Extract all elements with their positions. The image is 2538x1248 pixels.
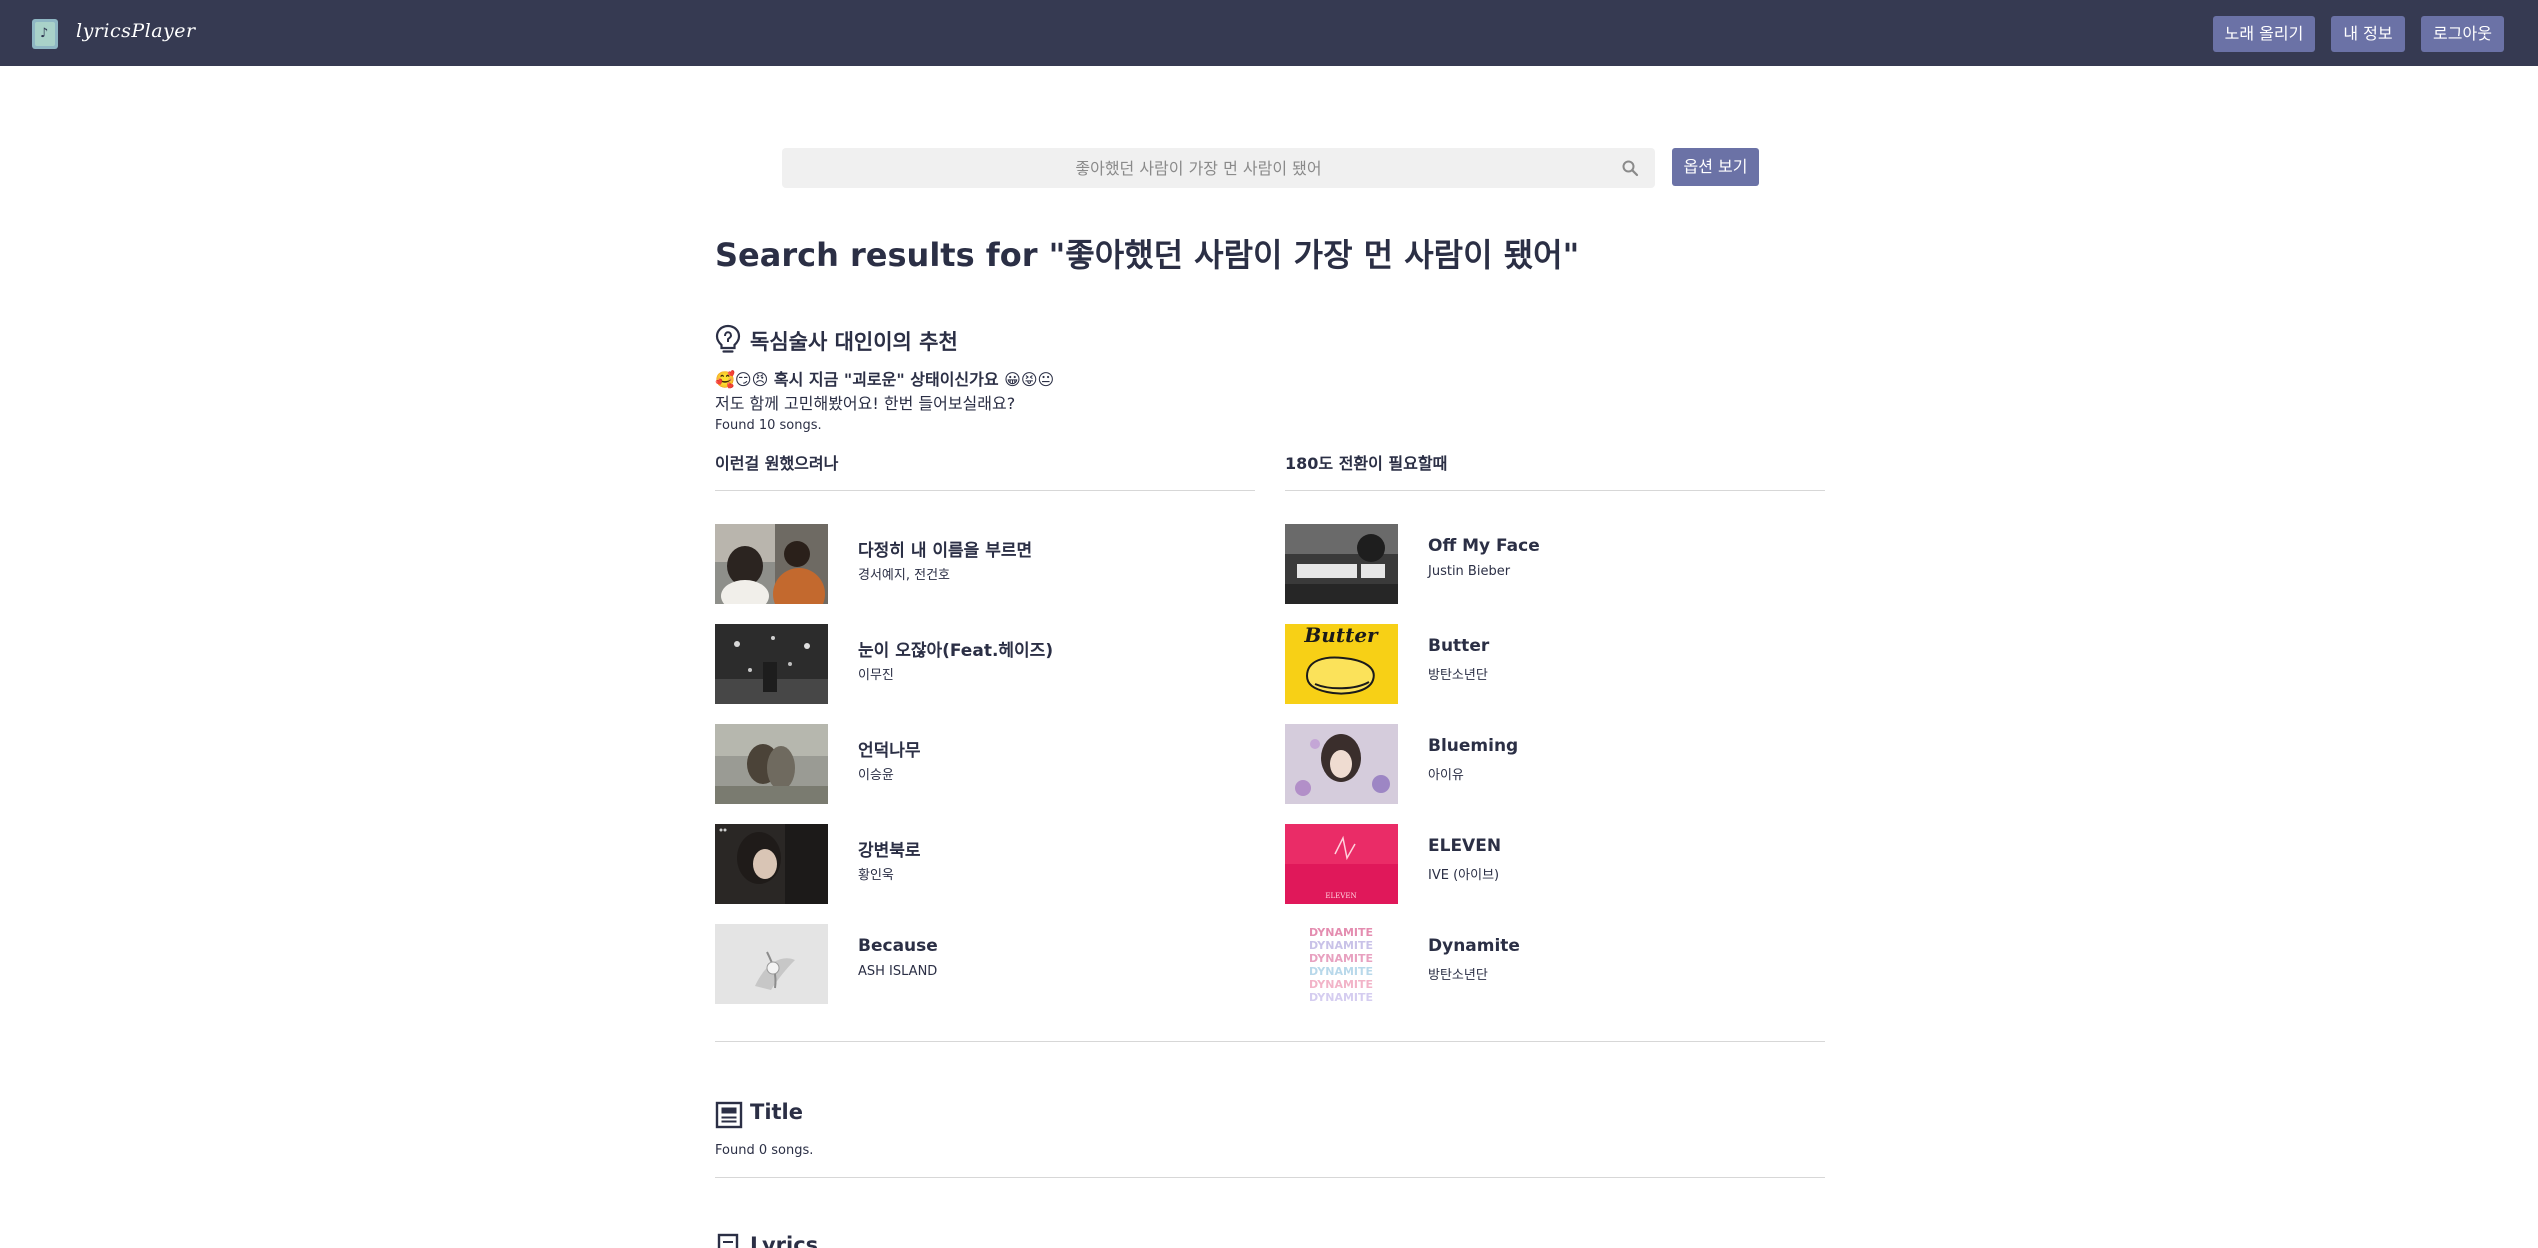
album-cover[interactable]: Butter — [1285, 624, 1398, 704]
title-found-count: Found 0 songs. — [715, 1143, 814, 1158]
upload-song-button[interactable]: 노래 올리기 — [2213, 16, 2315, 52]
section-divider — [715, 1041, 1825, 1042]
song-title[interactable]: 눈이 오잖아(Feat.헤이즈) — [858, 636, 1053, 661]
album-cover[interactable] — [1285, 524, 1398, 604]
song-artist: ASH ISLAND — [858, 964, 938, 979]
album-cover[interactable] — [715, 924, 828, 1004]
lyrics-section-heading: Lyrics — [750, 1233, 819, 1248]
top-navbar: ♪ lyricsPlayer 노래 올리기 내 정보 로그아웃 — [0, 0, 2538, 66]
search-input[interactable] — [782, 148, 1655, 188]
music-note-icon[interactable]: ♪ — [32, 19, 58, 49]
song-artist: IVE (아이브) — [1428, 868, 1500, 883]
song-artist: Justin Bieber — [1428, 564, 1511, 579]
page-title: Search results for "좋아했던 사람이 가장 먼 사람이 됐어… — [715, 236, 1580, 274]
list-heading: 이런걸 원했으려나 — [715, 453, 1255, 491]
svg-text:DYNAMITE: DYNAMITE — [1309, 978, 1373, 991]
album-cover[interactable]: ELEVEN — [1285, 824, 1398, 904]
song-artist: 이무진 — [858, 668, 894, 683]
song-title[interactable]: Because — [858, 936, 938, 956]
title-section-heading: Title — [750, 1100, 804, 1124]
svg-text:DYNAMITE: DYNAMITE — [1309, 952, 1373, 965]
song-artist: 방탄소년단 — [1428, 668, 1488, 683]
recommendation-heading: 독심술사 대인이의 추천 — [750, 330, 958, 354]
recommendation-subtitle: 저도 함께 고민해봤어요! 한번 들어보실래요? — [715, 394, 1016, 413]
my-info-button[interactable]: 내 정보 — [2331, 16, 2405, 52]
album-cover[interactable] — [715, 624, 828, 704]
song-item[interactable]: Because ASH ISLAND — [715, 924, 1255, 1004]
song-artist: 방탄소년단 — [1428, 968, 1488, 983]
album-cover[interactable] — [715, 824, 828, 904]
recommendation-list-2: 180도 전환이 필요할때 Off My Face Justin Bieber … — [1285, 453, 1825, 1004]
album-cover[interactable] — [1285, 724, 1398, 804]
song-title[interactable]: ELEVEN — [1428, 836, 1501, 856]
svg-text:DYNAMITE: DYNAMITE — [1309, 965, 1373, 978]
song-title[interactable]: Off My Face — [1428, 536, 1540, 556]
album-cover[interactable] — [715, 524, 828, 604]
svg-text:DYNAMITE: DYNAMITE — [1309, 926, 1373, 939]
svg-text:DYNAMITE: DYNAMITE — [1309, 991, 1373, 1004]
song-title[interactable]: 언덕나무 — [858, 736, 921, 761]
song-artist: 아이유 — [1428, 768, 1464, 783]
search-icon[interactable] — [1621, 159, 1639, 177]
svg-text:DYNAMITE: DYNAMITE — [1309, 939, 1373, 952]
album-cover[interactable]: DYNAMITE DYNAMITE DYNAMITE DYNAMITE DYNA… — [1285, 924, 1398, 1004]
brand-name[interactable]: lyricsPlayer — [76, 20, 196, 42]
song-item[interactable]: Off My Face Justin Bieber — [1285, 524, 1825, 604]
search-box — [782, 148, 1655, 188]
recommendation-list-1: 이런걸 원했으려나 다정히 내 이름을 부르면 경서예지, 전건호 눈이 오잖아… — [715, 453, 1255, 1004]
song-title[interactable]: 다정히 내 이름을 부르면 — [858, 536, 1032, 561]
song-item[interactable]: DYNAMITE DYNAMITE DYNAMITE DYNAMITE DYNA… — [1285, 924, 1825, 1004]
logout-button[interactable]: 로그아웃 — [2421, 16, 2504, 52]
song-item[interactable]: 강변북로 황인욱 — [715, 824, 1255, 904]
song-item[interactable]: 눈이 오잖아(Feat.헤이즈) 이무진 — [715, 624, 1255, 704]
song-artist: 황인욱 — [858, 868, 894, 883]
recommendation-mood: 🥰😏😠 혹시 지금 "괴로운" 상태이신가요 😀😝😐 — [715, 370, 1055, 389]
song-item[interactable]: Butter Butter 방탄소년단 — [1285, 624, 1825, 704]
song-item[interactable]: Blueming 아이유 — [1285, 724, 1825, 804]
song-title[interactable]: Dynamite — [1428, 936, 1520, 956]
document-icon — [717, 1233, 739, 1248]
song-artist: 경서예지, 전건호 — [858, 568, 950, 583]
song-item[interactable]: ELEVEN ELEVEN IVE (아이브) — [1285, 824, 1825, 904]
svg-text:ELEVEN: ELEVEN — [1325, 892, 1356, 900]
lightbulb-icon — [715, 324, 741, 353]
song-title[interactable]: Butter — [1428, 636, 1489, 656]
song-artist: 이승윤 — [858, 768, 894, 783]
section-divider — [715, 1177, 1825, 1178]
svg-text:Butter: Butter — [1303, 624, 1379, 647]
song-title[interactable]: Blueming — [1428, 736, 1518, 756]
song-item[interactable]: 언덕나무 이승윤 — [715, 724, 1255, 804]
song-title[interactable]: 강변북로 — [858, 836, 921, 861]
newspaper-icon — [715, 1101, 743, 1129]
recommendation-found-count: Found 10 songs. — [715, 418, 822, 433]
show-options-button[interactable]: 옵션 보기 — [1672, 148, 1759, 186]
song-item[interactable]: 다정히 내 이름을 부르면 경서예지, 전건호 — [715, 524, 1255, 604]
album-cover[interactable] — [715, 724, 828, 804]
list-heading: 180도 전환이 필요할때 — [1285, 453, 1825, 491]
